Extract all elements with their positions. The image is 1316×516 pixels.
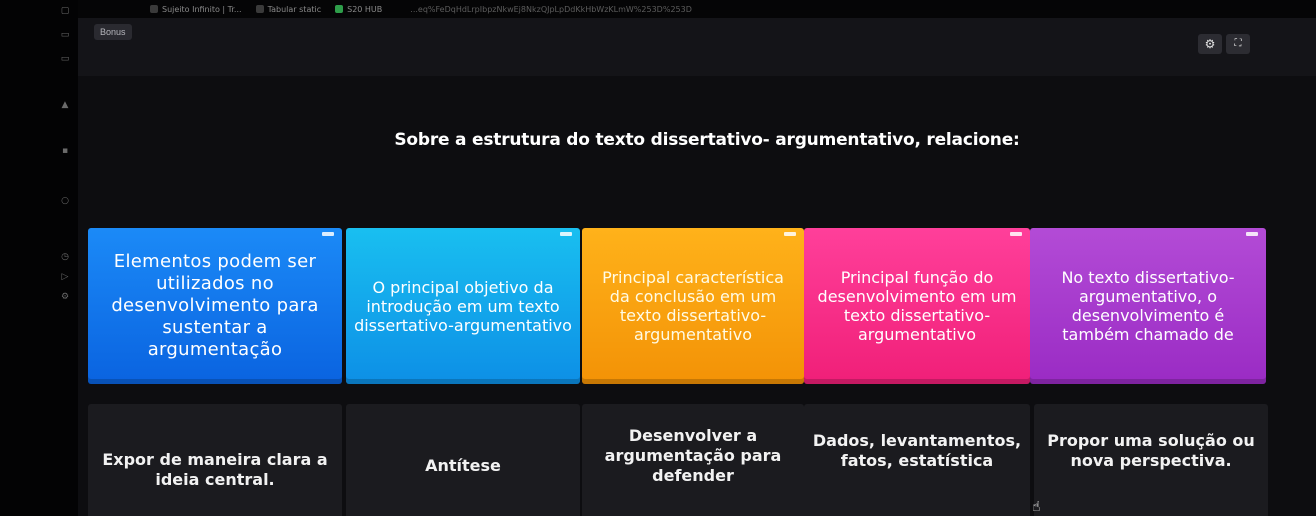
tab-icon[interactable]: ▭	[60, 54, 70, 64]
window-icon[interactable]: ▢	[60, 6, 70, 16]
answer-text: Expor de maneira clara a ideia central.	[102, 450, 328, 489]
bookmark-item[interactable]: Sujeito Infinito | Tr...	[150, 5, 242, 14]
prompt-text: Principal função do desenvolvimento em u…	[817, 268, 1017, 344]
prompt-card[interactable]: Principal função do desenvolvimento em u…	[804, 228, 1030, 384]
circle-icon[interactable]: ○	[60, 196, 70, 206]
prompt-card[interactable]: Elementos podem ser utilizados no desenv…	[88, 228, 342, 384]
card-handle-icon	[560, 232, 572, 236]
prompt-text: No texto dissertativo-argumentativo, o d…	[1061, 268, 1235, 344]
prompt-text: Elementos podem ser utilizados no desenv…	[111, 251, 319, 360]
prompt-text: O principal objetivo da introdução em um…	[354, 277, 572, 335]
bookmarks-bar: Sujeito Infinito | Tr... Tabular static …	[0, 0, 1316, 18]
answer-tile[interactable]: Dados, levantamentos, fatos, estatística	[804, 404, 1030, 516]
pin-icon[interactable]: ▪	[60, 146, 70, 156]
settings-button[interactable]: ⚙	[1198, 34, 1222, 54]
card-handle-icon	[322, 232, 334, 236]
bookmark-favicon-icon	[335, 5, 344, 13]
bookmark-item[interactable]: Tabular static	[255, 4, 322, 14]
bookmark-favicon-icon	[150, 5, 158, 13]
bonus-tab[interactable]: Bonus	[94, 24, 132, 40]
question-title: Sobre a estrutura do texto dissertativo-…	[394, 130, 1020, 150]
mouse-cursor-icon: ☝	[1032, 499, 1041, 515]
answer-text: Antítese	[425, 456, 501, 475]
card-handle-icon	[784, 232, 796, 236]
answer-text: Desenvolver a argumentação para defender	[604, 426, 782, 485]
bookmark-favicon-icon	[255, 5, 264, 13]
answer-text: Dados, levantamentos, fatos, estatística	[812, 431, 1022, 470]
quiz-app: Bonus ⚙ ⛶ Sobre a estrutura do texto dis…	[78, 18, 1316, 516]
fullscreen-button[interactable]: ⛶	[1226, 34, 1250, 54]
gear-icon: ⚙	[1204, 37, 1216, 51]
url-fragment: ...eq%FeDqHdLrpIbpzNkwEj8NkzQJpLpDdKkHbW…	[410, 4, 692, 14]
prompt-card[interactable]: No texto dissertativo-argumentativo, o d…	[1030, 228, 1266, 384]
answer-tile[interactable]: Desenvolver a argumentação para defender	[582, 404, 804, 516]
bookmark-label: S20 HUB	[347, 4, 383, 14]
prompt-card[interactable]: O principal objetivo da introdução em um…	[346, 228, 580, 384]
card-handle-icon	[1010, 232, 1022, 236]
answer-text: Propor uma solução ou nova perspectiva.	[1047, 431, 1255, 470]
card-handle-icon	[1246, 232, 1258, 236]
prompt-card[interactable]: Principal característica da conclusão em…	[582, 228, 804, 384]
history-icon[interactable]: ◷	[60, 252, 70, 262]
answer-tile[interactable]: Antítese	[346, 404, 580, 516]
play-icon[interactable]: ▷	[60, 272, 70, 282]
answer-tile[interactable]: Expor de maneira clara a ideia central.	[88, 404, 342, 516]
prompt-text: Principal característica da conclusão em…	[602, 268, 784, 344]
fullscreen-icon: ⛶	[1234, 38, 1242, 49]
left-icon-rail: ▢ ▭ ▭ ▲ ▪ ○ ◷ ▷ ⚙	[0, 0, 78, 516]
bookmark-label: Sujeito Infinito | Tr...	[162, 4, 242, 14]
settings-icon[interactable]: ⚙	[60, 292, 70, 302]
screen: Sujeito Infinito | Tr... Tabular static …	[0, 0, 1316, 516]
bookmark-label: Tabular static	[267, 4, 322, 14]
caret-up-icon[interactable]: ▲	[60, 100, 70, 110]
answer-tile[interactable]: Propor uma solução ou nova perspectiva.	[1034, 404, 1268, 516]
app-header: Bonus ⚙ ⛶	[78, 18, 1316, 76]
tab-icon[interactable]: ▭	[60, 30, 70, 40]
bookmark-item[interactable]: S20 HUB	[335, 5, 382, 14]
